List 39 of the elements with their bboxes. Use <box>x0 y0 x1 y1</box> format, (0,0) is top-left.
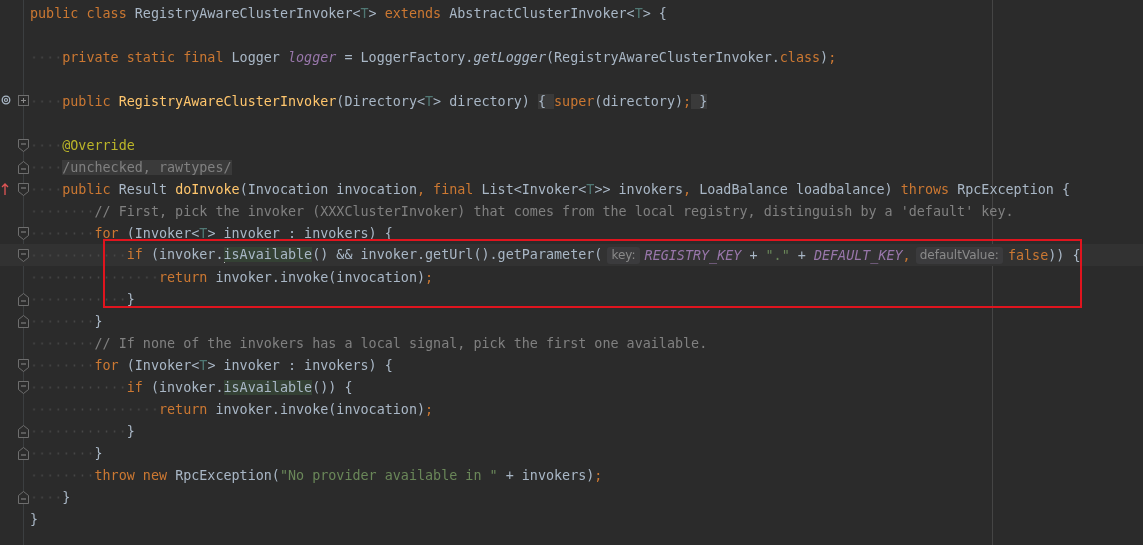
code-text: } <box>126 291 135 307</box>
fold-icon[interactable] <box>18 381 29 394</box>
code-text: } <box>126 423 135 439</box>
parameter-hint: key: <box>607 246 640 264</box>
code-text: public Result doInvoke(Invocation invocation, final List<Invoker<T>> invokers, LoadBalance loadbalance) throws RpcException { <box>62 181 1071 197</box>
code-text: @Override <box>62 137 135 153</box>
code-text: if (invoker.isAvailable() && invoker.getUrl().getParameter( <box>126 247 603 263</box>
unfold-icon[interactable] <box>18 447 29 460</box>
unfold-icon[interactable] <box>18 293 29 306</box>
code-text: throw new RpcException("No provider available in " + invokers); <box>94 467 603 483</box>
code-text: private static final Logger logger = LoggerFactory.getLogger(RegistryAwareClusterInvoker.class); <box>62 49 837 65</box>
unfold-icon[interactable] <box>18 491 29 504</box>
code-text: } <box>30 511 39 527</box>
code-text: /unchecked, rawtypes/ <box>62 159 232 175</box>
code-text: // First, pick the invoker (XXXClusterInvoker) that comes from the local registry, distinguish by a 'default' key. <box>94 203 1014 219</box>
parameter-hint: defaultValue: <box>915 246 1003 264</box>
override-icon[interactable] <box>1 95 11 105</box>
code-text: } <box>94 313 103 329</box>
fold-icon[interactable] <box>18 139 29 152</box>
code-text: public RegistryAwareClusterInvoker(Directory<T> directory) { super(directory); } <box>62 93 708 109</box>
unfold-icon[interactable] <box>18 315 29 328</box>
code-text: REGISTRY_KEY + "." + DEFAULT_KEY, <box>644 247 911 263</box>
code-text: return invoker.invoke(invocation); <box>159 269 434 285</box>
code-text: return invoker.invoke(invocation); <box>159 401 434 417</box>
code-text: for (Invoker<T> invoker : invokers) { <box>94 357 393 373</box>
code-text: } <box>94 445 103 461</box>
code-text: public class RegistryAwareClusterInvoker<T> extends AbstractClusterInvoker<T> { <box>30 5 667 21</box>
fold-icon[interactable] <box>18 227 29 240</box>
unfold-icon[interactable] <box>18 161 29 174</box>
code-text: // If none of the invokers has a local signal, pick the first one available. <box>94 335 708 351</box>
expand-icon[interactable] <box>18 95 29 106</box>
code-text: false)) { <box>1007 247 1081 263</box>
unfold-icon[interactable] <box>18 425 29 438</box>
fold-icon[interactable] <box>18 183 29 196</box>
code-text: } <box>62 489 71 505</box>
fold-icon[interactable] <box>18 359 29 372</box>
fold-icon[interactable] <box>18 249 29 262</box>
up-arrow-icon[interactable] <box>1 183 9 195</box>
code-text: if (invoker.isAvailable()) { <box>126 379 353 395</box>
